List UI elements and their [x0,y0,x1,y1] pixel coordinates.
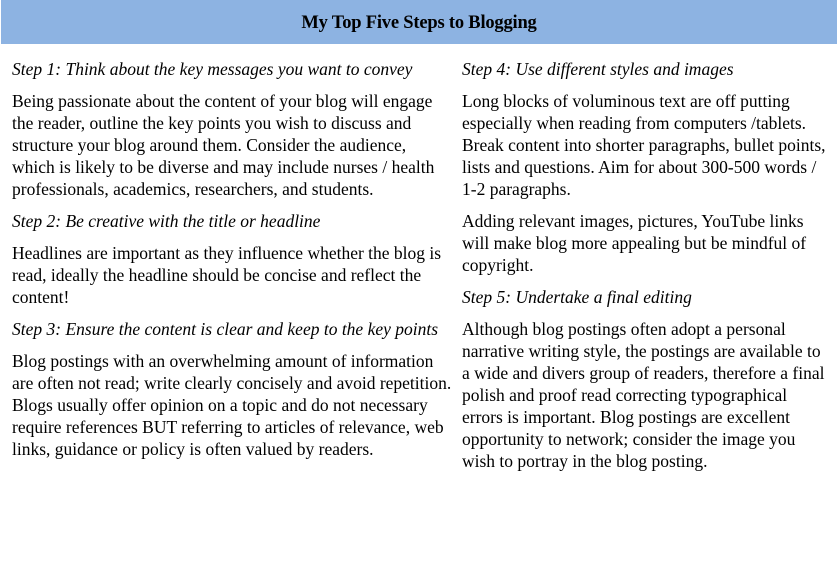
step-5-heading: Step 5: Undertake a final editing [462,287,692,307]
step-4-paragraph-2: Adding relevant images, pictures, YouTub… [462,211,807,275]
step-2-paragraph: Headlines are important as they influenc… [12,243,442,307]
step-5: Step 5: Undertake a final editing Althou… [462,286,832,472]
step-5-paragraph: Although blog postings often adopt a per… [462,319,825,471]
step-2-heading: Step 2: Be creative with the title or he… [12,211,321,231]
step-3-heading: Step 3: Ensure the content is clear and … [12,319,439,339]
step-4-paragraph-1: Long blocks of voluminous text are off p… [462,91,826,199]
left-column: Step 1: Think about the key messages you… [12,58,452,470]
step-4: Step 4: Use different styles and images … [462,58,832,276]
right-column: Step 4: Use different styles and images … [462,58,832,482]
step-2: Step 2: Be creative with the title or he… [12,210,452,308]
step-1: Step 1: Think about the key messages you… [12,58,452,200]
step-4-heading: Step 4: Use different styles and images [462,59,734,79]
step-1-paragraph: Being passionate about the content of yo… [12,91,435,199]
page-title: My Top Five Steps to Blogging [301,12,537,33]
step-3-paragraph: Blog postings with an overwhelming amoun… [12,351,452,459]
title-banner: My Top Five Steps to Blogging [1,0,837,44]
step-3: Step 3: Ensure the content is clear and … [12,318,452,460]
step-1-heading: Step 1: Think about the key messages you… [12,59,413,79]
